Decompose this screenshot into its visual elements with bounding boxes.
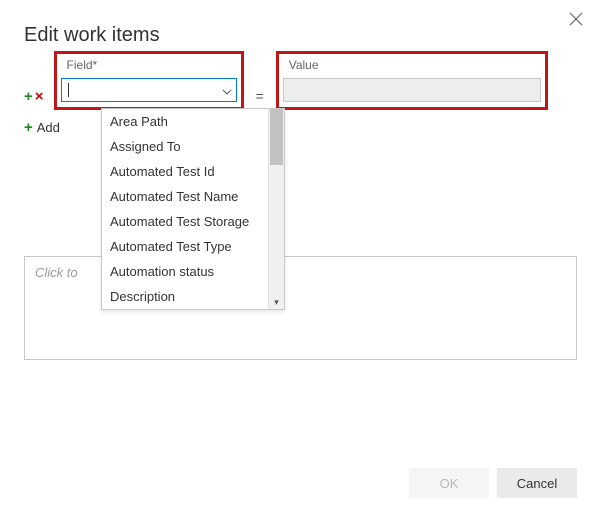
value-label: Value	[285, 58, 319, 72]
add-row-icon[interactable]: +	[24, 89, 33, 104]
ok-button[interactable]: OK	[409, 468, 489, 498]
edit-work-items-dialog: Edit work items + × Field* = Value Area	[0, 0, 601, 516]
chevron-down-icon[interactable]	[222, 83, 232, 98]
cancel-button[interactable]: Cancel	[497, 468, 577, 498]
equals-label: =	[250, 88, 270, 110]
value-highlight: Value	[276, 51, 548, 110]
close-icon	[569, 12, 583, 26]
dropdown-item[interactable]: Automated Test Name	[102, 184, 284, 209]
dialog-title: Edit work items	[24, 24, 577, 47]
field-combobox[interactable]	[61, 78, 237, 102]
plus-icon: +	[24, 120, 33, 135]
dropdown-item[interactable]: Area Path	[102, 109, 284, 134]
field-highlight: Field*	[54, 51, 244, 110]
scrollbar-thumb[interactable]	[270, 109, 283, 165]
value-input[interactable]	[283, 78, 541, 102]
add-label: Add	[37, 120, 60, 135]
dropdown-item[interactable]: Automated Test Id	[102, 159, 284, 184]
field-row: + × Field* = Value Area Path Assigned To	[24, 75, 577, 110]
notes-placeholder: Click to	[35, 265, 78, 280]
dropdown-item[interactable]: Automated Test Type	[102, 234, 284, 259]
dropdown-item[interactable]: Description	[102, 284, 284, 309]
close-button[interactable]	[569, 12, 587, 30]
dropdown-item[interactable]: Assigned To	[102, 134, 284, 159]
field-label: Field*	[63, 58, 98, 72]
scrollbar-down-icon[interactable]: ▾	[269, 295, 284, 309]
dropdown-item[interactable]: Automated Test Storage	[102, 209, 284, 234]
field-dropdown: Area Path Assigned To Automated Test Id …	[101, 108, 285, 310]
row-actions: + ×	[24, 89, 48, 110]
dialog-buttons: OK Cancel	[409, 468, 577, 498]
text-cursor	[68, 83, 69, 97]
scrollbar[interactable]: ▾	[268, 109, 284, 309]
dropdown-item[interactable]: Automation status	[102, 259, 284, 284]
remove-row-icon[interactable]: ×	[35, 89, 44, 104]
